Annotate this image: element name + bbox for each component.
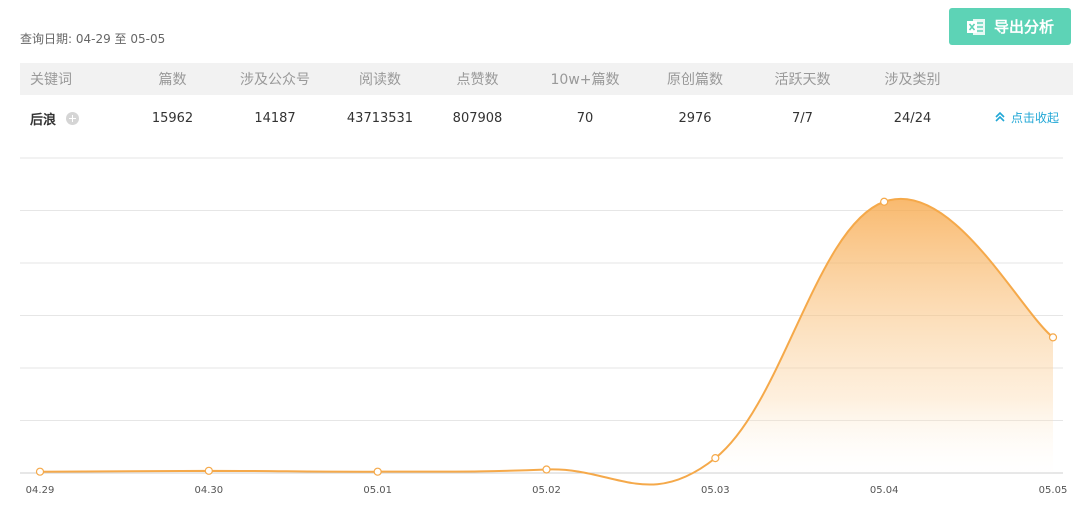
x-tick-label: 05.05 (1039, 485, 1068, 496)
trend-chart: 04.29 04.30 05.01 05.02 05.03 05.04 05.05 (0, 150, 1080, 520)
column-header-accounts: 涉及公众号 (240, 72, 310, 88)
keyword-text: 后浪 (30, 112, 57, 128)
x-tick-label: 05.01 (363, 485, 392, 496)
over-100k-cell: 70 (576, 110, 594, 126)
data-point[interactable] (542, 465, 551, 474)
export-analysis-button[interactable]: 导出分析 (949, 8, 1071, 45)
data-point[interactable] (880, 197, 889, 206)
articles-cell: 15962 (151, 110, 194, 126)
collapse-button[interactable]: 点击收起 (994, 109, 1059, 126)
accounts-cell: 14187 (254, 110, 296, 126)
x-tick-label: 05.02 (532, 485, 561, 496)
query-date-label: 查询日期: (20, 32, 73, 46)
data-point[interactable] (204, 466, 213, 475)
actions-cell: 点击收起 (965, 109, 1073, 128)
column-header-categories: 涉及类别 (884, 72, 941, 88)
column-header-reads: 阅读数 (359, 72, 401, 88)
excel-icon (966, 17, 986, 37)
add-icon[interactable] (66, 111, 80, 125)
active-days-cell: 7/7 (792, 110, 813, 126)
area-fill (40, 198, 1053, 485)
column-header-articles: 篇数 (158, 72, 187, 88)
table-header: 关键词 篇数 涉及公众号 阅读数 点赞数 10w+篇数 原创篇数 活跃天数 涉及… (20, 63, 1073, 95)
query-date-range: 04-29 至 05-05 (75, 32, 166, 46)
data-point[interactable] (1048, 333, 1058, 342)
keyword-stats-table: 关键词 篇数 涉及公众号 阅读数 点赞数 10w+篇数 原创篇数 活跃天数 涉及… (20, 63, 1073, 141)
query-date: 查询日期: 04-29 至 05-05 (20, 30, 165, 47)
x-tick-label: 04.30 (195, 485, 224, 496)
x-tick-label: 05.04 (870, 485, 899, 496)
reads-cell: 43713531 (346, 110, 414, 126)
double-chevron-up-icon (995, 112, 1005, 122)
column-header-original: 原创篇数 (667, 72, 723, 88)
trend-chart-svg: 04.29 04.30 05.01 05.02 05.03 05.04 05.05 (20, 157, 1068, 496)
keyword-cell: 后浪 (20, 109, 125, 128)
column-header-active-days: 活跃天数 (774, 72, 831, 88)
collapse-label: 点击收起 (1010, 110, 1059, 125)
table-row: 后浪 15962 14187 43713531 807908 70 2976 7… (20, 95, 1073, 141)
original-cell: 2976 (678, 110, 712, 126)
data-point[interactable] (373, 467, 382, 476)
column-header-keyword: 关键词 (30, 72, 72, 88)
column-header-over-100k: 10w+篇数 (550, 72, 620, 88)
data-point[interactable] (35, 467, 45, 476)
data-point[interactable] (711, 454, 720, 463)
categories-cell: 24/24 (893, 110, 932, 126)
likes-cell: 807908 (452, 110, 503, 126)
x-tick-label: 04.29 (26, 485, 55, 496)
export-label: 导出分析 (993, 18, 1054, 36)
x-tick-label: 05.03 (701, 485, 730, 496)
column-header-likes: 点赞数 (456, 72, 499, 88)
